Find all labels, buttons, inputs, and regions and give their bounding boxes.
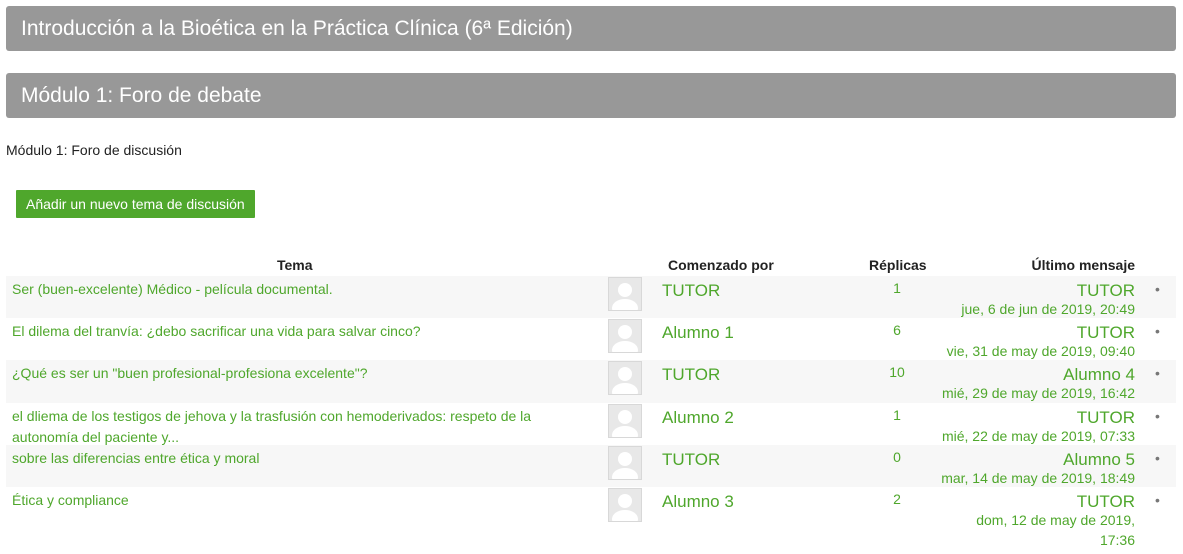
last-post-date-link[interactable]: mar, 14 de may de 2019, 18:49 [895, 468, 1135, 488]
avatar[interactable] [608, 404, 642, 438]
discussion-topic-link[interactable]: el dliema de los testigos de jehova y la… [12, 406, 572, 448]
forum-intro: Módulo 1: Foro de discusión [6, 142, 182, 158]
last-post-author-link[interactable]: TUTOR [1077, 281, 1135, 301]
last-post-author-link[interactable]: TUTOR [1077, 408, 1135, 428]
module-title-banner: Módulo 1: Foro de debate [6, 73, 1176, 118]
discussion-replies-link[interactable]: 10 [886, 364, 908, 380]
discussion-replies-link[interactable]: 1 [886, 407, 908, 423]
avatar[interactable] [608, 446, 642, 480]
course-title: Introducción a la Bioética en la Práctic… [21, 16, 573, 40]
discussion-row: ¿Qué es ser un "buen profesional-profesi… [6, 360, 1176, 403]
module-title: Módulo 1: Foro de debate [21, 83, 262, 107]
row-bullet: • [1155, 323, 1160, 339]
discussion-author-link[interactable]: Alumno 1 [662, 323, 734, 343]
discussion-author-link[interactable]: Alumno 2 [662, 408, 734, 428]
discussion-replies-link[interactable]: 6 [886, 322, 908, 338]
discussion-row: Ética y compliance Alumno 3 2 TUTOR dom,… [6, 487, 1176, 549]
discussion-replies-link[interactable]: 1 [886, 280, 908, 296]
discussion-author-link[interactable]: TUTOR [662, 450, 720, 470]
avatar[interactable] [608, 319, 642, 353]
header-topic[interactable]: Tema [277, 257, 313, 273]
row-bullet: • [1155, 408, 1160, 424]
row-bullet: • [1155, 365, 1160, 381]
last-post-author-link[interactable]: Alumno 5 [1063, 450, 1135, 470]
discussion-replies-link[interactable]: 2 [886, 491, 908, 507]
discussion-row: sobre las diferencias entre ética y mora… [6, 445, 1176, 487]
discussion-topic-link[interactable]: Ser (buen-excelente) Médico - película d… [12, 279, 572, 300]
header-last-post[interactable]: Último mensaje [1032, 257, 1135, 273]
header-started-by[interactable]: Comenzado por [668, 257, 774, 273]
last-post-date-link[interactable]: vie, 31 de may de 2019, 09:40 [895, 341, 1135, 361]
discussion-row: El dilema del tranvía: ¿debo sacrificar … [6, 318, 1176, 360]
discussion-topic-link[interactable]: ¿Qué es ser un "buen profesional-profesi… [12, 363, 572, 384]
discussion-replies-link[interactable]: 0 [886, 449, 908, 465]
avatar[interactable] [608, 361, 642, 395]
last-post-date-link[interactable]: jue, 6 de jun de 2019, 20:49 [895, 299, 1135, 319]
row-bullet: • [1155, 281, 1160, 297]
last-post-date-link[interactable]: mié, 29 de may de 2019, 16:42 [895, 383, 1135, 403]
course-title-banner: Introducción a la Bioética en la Práctic… [6, 6, 1176, 51]
discussion-author-link[interactable]: TUTOR [662, 365, 720, 385]
last-post-date-link[interactable]: dom, 12 de may de 2019, 17:36 [965, 510, 1135, 550]
discussion-author-link[interactable]: TUTOR [662, 281, 720, 301]
last-post-author-link[interactable]: Alumno 4 [1063, 365, 1135, 385]
discussion-row: Ser (buen-excelente) Médico - película d… [6, 276, 1176, 318]
avatar[interactable] [608, 488, 642, 522]
row-bullet: • [1155, 492, 1160, 508]
discussion-topic-link[interactable]: Ética y compliance [12, 490, 572, 511]
discussion-topic-link[interactable]: sobre las diferencias entre ética y mora… [12, 448, 572, 469]
add-discussion-button[interactable]: Añadir un nuevo tema de discusión [16, 190, 255, 218]
last-post-author-link[interactable]: TUTOR [1077, 492, 1135, 512]
last-post-author-link[interactable]: TUTOR [1077, 323, 1135, 343]
discussion-row: el dliema de los testigos de jehova y la… [6, 403, 1176, 445]
row-bullet: • [1155, 450, 1160, 466]
discussion-author-link[interactable]: Alumno 3 [662, 492, 734, 512]
discussion-topic-link[interactable]: El dilema del tranvía: ¿debo sacrificar … [12, 321, 572, 342]
last-post-date-link[interactable]: mié, 22 de may de 2019, 07:33 [895, 426, 1135, 446]
avatar[interactable] [608, 277, 642, 311]
header-replies[interactable]: Réplicas [869, 257, 927, 273]
